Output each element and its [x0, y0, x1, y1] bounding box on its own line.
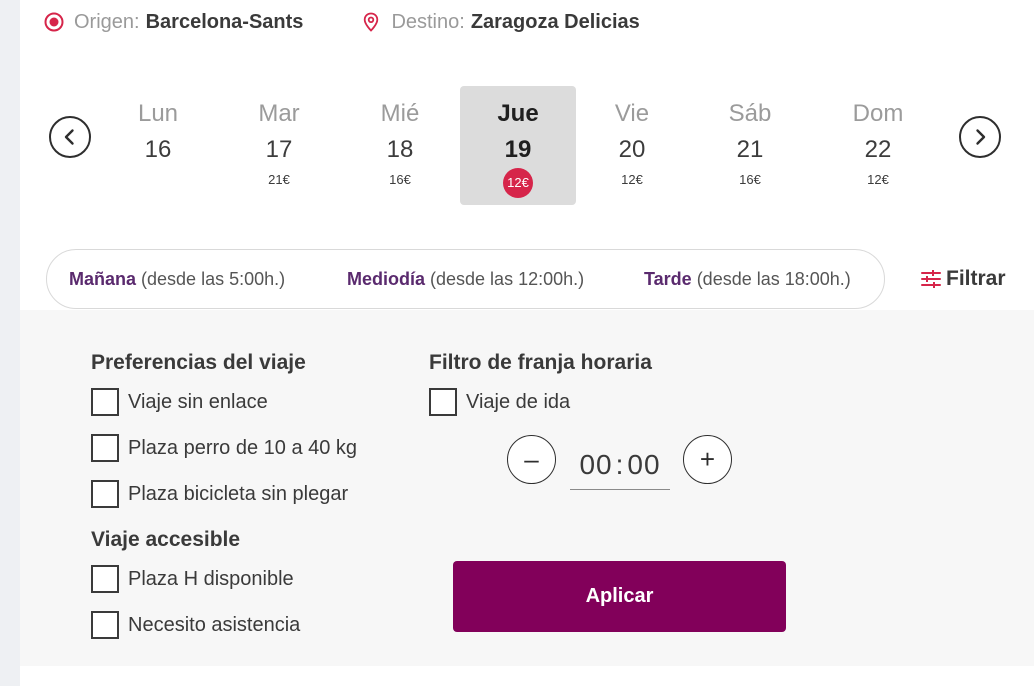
time-slot-selector: Mañana (desde las 5:00h.) Mediodía (desd… — [46, 249, 885, 309]
slot-desc: (desde las 12:00h.) — [425, 269, 585, 289]
checkbox-label: Viaje de ida — [466, 390, 571, 413]
map-pin-icon — [361, 12, 381, 32]
checkbox-label: Plaza perro de 10 a 40 kg — [128, 436, 358, 459]
increment-time-button[interactable]: + — [683, 435, 732, 484]
slot-desc: (desde las 18:00h.) — [691, 269, 851, 289]
day-number: 21 — [736, 136, 764, 163]
minutes-value: 00 — [627, 448, 661, 480]
day-number: 18 — [386, 136, 414, 163]
day-number: 16 — [144, 136, 172, 163]
day-jue-19-selected[interactable]: Jue 19 12€ — [460, 86, 576, 205]
checkbox-box[interactable] — [91, 388, 119, 416]
checkbox-label: Necesito asistencia — [128, 613, 301, 636]
day-price-badge: 12€ — [503, 168, 533, 198]
slot-name: Mediodía — [347, 269, 426, 289]
origin-label: Origen: — [74, 10, 140, 33]
day-price: 21€ — [268, 172, 290, 187]
day-dom-22[interactable]: Dom 22 12€ — [820, 86, 936, 205]
checkbox-box[interactable] — [429, 388, 457, 416]
day-number: 19 — [504, 136, 532, 163]
destination-label: Destino: — [391, 10, 465, 33]
route-summary: Origen: Barcelona-Sants Destino: Zaragoz… — [44, 9, 698, 35]
filter-button[interactable]: Filtrar — [920, 267, 1006, 291]
checkbox-plaza-h[interactable]: Plaza H disponible — [91, 565, 294, 593]
time-separator: : — [615, 448, 625, 480]
preferences-title: Preferencias del viaje — [91, 351, 306, 374]
checkbox-box[interactable] — [91, 480, 119, 508]
slot-desc: (desde las 5:00h.) — [136, 269, 286, 289]
radio-dot-icon — [44, 12, 64, 32]
day-price: 16€ — [389, 172, 411, 187]
next-week-button[interactable] — [959, 116, 1001, 158]
day-mar-17[interactable]: Mar 17 21€ — [221, 86, 337, 205]
apply-button[interactable]: Aplicar — [453, 561, 786, 632]
time-input[interactable]: 00:00 — [570, 440, 670, 490]
checkbox-viaje-de-ida[interactable]: Viaje de ida — [429, 388, 570, 416]
day-number: 20 — [618, 136, 646, 163]
day-name: Lun — [137, 100, 179, 127]
day-name: Sáb — [728, 100, 772, 127]
destination-value: Zaragoza Delicias — [470, 10, 640, 33]
checkbox-label: Viaje sin enlace — [128, 390, 268, 413]
day-price: 12€ — [867, 172, 889, 187]
origin-value: Barcelona-Sants — [145, 10, 304, 33]
day-name: Dom — [852, 100, 904, 127]
previous-week-button[interactable] — [49, 116, 91, 158]
filter-panel: Preferencias del viaje Viaje sin enlace … — [20, 310, 1034, 666]
checkbox-box[interactable] — [91, 434, 119, 462]
slot-name: Mañana — [69, 269, 137, 289]
destination: Destino: Zaragoza Delicias — [361, 10, 640, 34]
slot-manana[interactable]: Mañana (desde las 5:00h.) — [69, 269, 285, 290]
checkbox-plaza-bicicleta[interactable]: Plaza bicicleta sin plegar — [91, 480, 348, 508]
day-vie-20[interactable]: Vie 20 12€ — [574, 86, 690, 205]
day-mie-18[interactable]: Mié 18 16€ — [342, 86, 458, 205]
time-filter-title: Filtro de franja horaria — [429, 351, 652, 374]
slot-mediodia[interactable]: Mediodía (desde las 12:00h.) — [347, 269, 584, 290]
day-number: 22 — [864, 136, 892, 163]
checkbox-necesito-asistencia[interactable]: Necesito asistencia — [91, 611, 300, 639]
sliders-icon — [920, 268, 942, 290]
checkbox-label: Plaza bicicleta sin plegar — [128, 482, 349, 505]
filter-label: Filtrar — [946, 267, 1006, 290]
accessible-title: Viaje accesible — [91, 528, 241, 551]
day-lun-16[interactable]: Lun 16 — [100, 86, 216, 205]
day-price: 12€ — [621, 172, 643, 187]
checkbox-box[interactable] — [91, 611, 119, 639]
slot-name: Tarde — [644, 269, 692, 289]
day-number: 17 — [265, 136, 293, 163]
checkbox-box[interactable] — [91, 565, 119, 593]
day-name: Mié — [380, 100, 420, 127]
hours-value: 00 — [579, 448, 613, 480]
checkbox-label: Plaza H disponible — [128, 567, 294, 590]
checkbox-viaje-sin-enlace[interactable]: Viaje sin enlace — [91, 388, 268, 416]
chevron-left-circle-icon — [64, 129, 74, 145]
checkbox-plaza-perro[interactable]: Plaza perro de 10 a 40 kg — [91, 434, 357, 462]
day-sab-21[interactable]: Sáb 21 16€ — [692, 86, 808, 205]
day-name: Jue — [497, 100, 539, 127]
left-edge-strip — [0, 0, 20, 686]
decrement-time-button[interactable]: – — [507, 435, 556, 484]
day-price: 16€ — [739, 172, 761, 187]
day-name: Vie — [614, 100, 650, 127]
slot-tarde[interactable]: Tarde (desde las 18:00h.) — [644, 269, 851, 290]
origin: Origen: Barcelona-Sants — [44, 11, 303, 34]
chevron-right-circle-icon — [976, 129, 986, 145]
day-name: Mar — [258, 100, 300, 127]
